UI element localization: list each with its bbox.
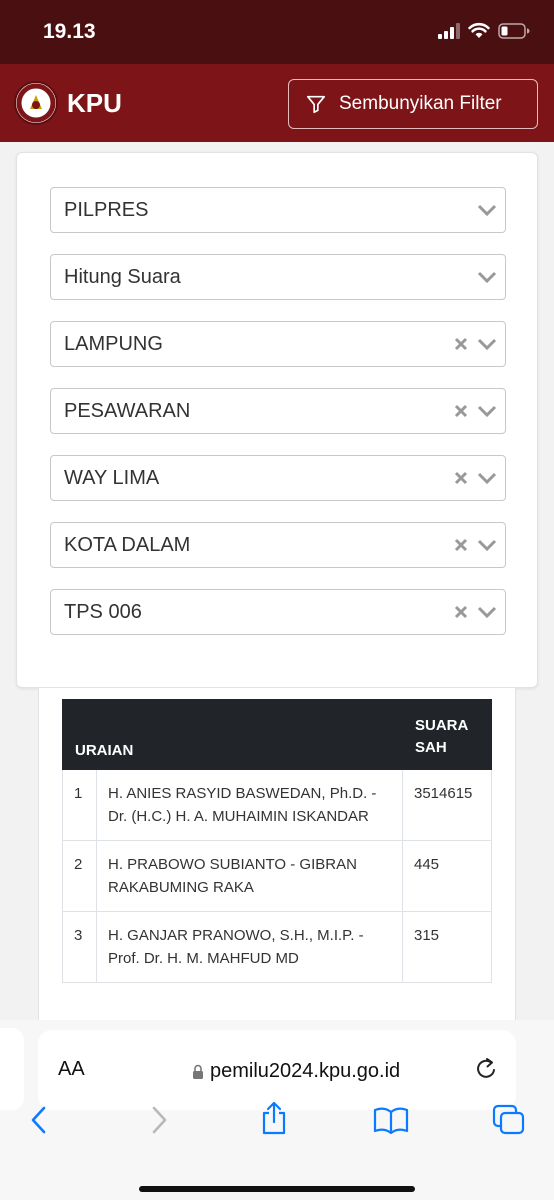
candidate-name: H. GANJAR PRANOWO, S.H., M.I.P. - Prof. …: [96, 911, 403, 983]
tabs-icon[interactable]: [492, 1104, 526, 1136]
chevron-down-icon[interactable]: [477, 604, 497, 620]
select-regency[interactable]: PESAWARAN: [50, 388, 506, 434]
signal-icon: [438, 22, 460, 39]
hide-filter-button[interactable]: Sembunyikan Filter: [288, 79, 538, 129]
previous-tab-preview[interactable]: [0, 1028, 24, 1110]
filter-card: PILPRES Hitung Suara LAMPUNG PESAWARAN W…: [16, 152, 538, 688]
select-value: LAMPUNG: [64, 333, 163, 355]
battery-icon: [498, 22, 530, 39]
select-value: Hitung Suara: [64, 266, 181, 288]
bottom-toolbar: [0, 1101, 554, 1154]
select-value: PESAWARAN: [64, 400, 191, 422]
select-data-type[interactable]: Hitung Suara: [50, 254, 506, 300]
status-bar: 19.13: [0, 0, 554, 64]
row-number: 3: [62, 911, 97, 983]
header-suara-sah: SUARA SAH: [402, 699, 492, 770]
select-value: WAY LIMA: [64, 467, 160, 489]
forward-icon[interactable]: [148, 1104, 170, 1136]
brand-title[interactable]: KPU: [67, 88, 122, 119]
url-display[interactable]: pemilu2024.kpu.go.id: [192, 1060, 400, 1083]
chevron-down-icon[interactable]: [477, 269, 497, 285]
select-value: PILPRES: [64, 199, 149, 221]
clear-icon[interactable]: [454, 471, 468, 485]
wifi-icon: [468, 22, 490, 38]
aa-label: AA: [58, 1058, 85, 1080]
candidate-name: H. ANIES RASYID BASWEDAN, Ph.D. - Dr. (H…: [96, 769, 403, 841]
chevron-down-icon[interactable]: [477, 537, 497, 553]
share-icon[interactable]: [259, 1100, 289, 1136]
status-time: 19.13: [43, 20, 96, 43]
select-province[interactable]: LAMPUNG: [50, 321, 506, 367]
chevron-down-icon[interactable]: [477, 202, 497, 218]
clear-icon[interactable]: [454, 404, 468, 418]
clear-icon[interactable]: [454, 605, 468, 619]
vote-count: 445: [402, 840, 492, 912]
chevron-down-icon[interactable]: [477, 403, 497, 419]
results-table: URAIAN SUARA SAH 1 H. ANIES RASYID BASWE…: [62, 699, 492, 983]
candidate-name: H. PRABOWO SUBIANTO - GIBRAN RAKABUMING …: [96, 840, 403, 912]
home-indicator[interactable]: [139, 1186, 415, 1192]
hide-filter-label: Sembunyikan Filter: [339, 93, 502, 114]
header-sah: SAH: [415, 739, 447, 756]
vote-count: 3514615: [402, 769, 492, 841]
address-bar[interactable]: AA pemilu2024.kpu.go.id: [38, 1030, 516, 1110]
browser-toolbar: AA pemilu2024.kpu.go.id: [0, 1020, 554, 1200]
vote-count: 315: [402, 911, 492, 983]
select-village[interactable]: KOTA DALAM: [50, 522, 506, 568]
reload-icon[interactable]: [474, 1056, 498, 1082]
table-row: 2 H. PRABOWO SUBIANTO - GIBRAN RAKABUMIN…: [62, 840, 492, 912]
row-number: 2: [62, 840, 97, 912]
select-polling-station[interactable]: TPS 006: [50, 589, 506, 635]
lock-icon: [193, 1064, 203, 1079]
row-number: 1: [62, 769, 97, 841]
app-header: KPU Sembunyikan Filter: [0, 64, 554, 142]
filter-icon: [306, 95, 326, 114]
header-suara: SUARA: [415, 717, 469, 734]
clear-icon[interactable]: [454, 337, 468, 351]
select-value: TPS 006: [64, 601, 142, 623]
clear-icon[interactable]: [454, 538, 468, 552]
bookmarks-icon[interactable]: [373, 1106, 409, 1134]
url-text: pemilu2024.kpu.go.id: [210, 1060, 401, 1082]
chevron-down-icon[interactable]: [477, 470, 497, 486]
status-icons: [438, 22, 530, 39]
table-header-row: URAIAN SUARA SAH: [62, 699, 492, 770]
select-election-type[interactable]: PILPRES: [50, 187, 506, 233]
back-icon[interactable]: [28, 1104, 50, 1136]
header-uraian: URAIAN: [62, 699, 403, 770]
kpu-logo[interactable]: [14, 81, 58, 125]
reader-settings-button[interactable]: AA: [58, 1058, 85, 1081]
table-row: 3 H. GANJAR PRANOWO, S.H., M.I.P. - Prof…: [62, 911, 492, 983]
select-value: KOTA DALAM: [64, 534, 191, 556]
select-district[interactable]: WAY LIMA: [50, 455, 506, 501]
table-row: 1 H. ANIES RASYID BASWEDAN, Ph.D. - Dr. …: [62, 769, 492, 841]
chevron-down-icon[interactable]: [477, 336, 497, 352]
